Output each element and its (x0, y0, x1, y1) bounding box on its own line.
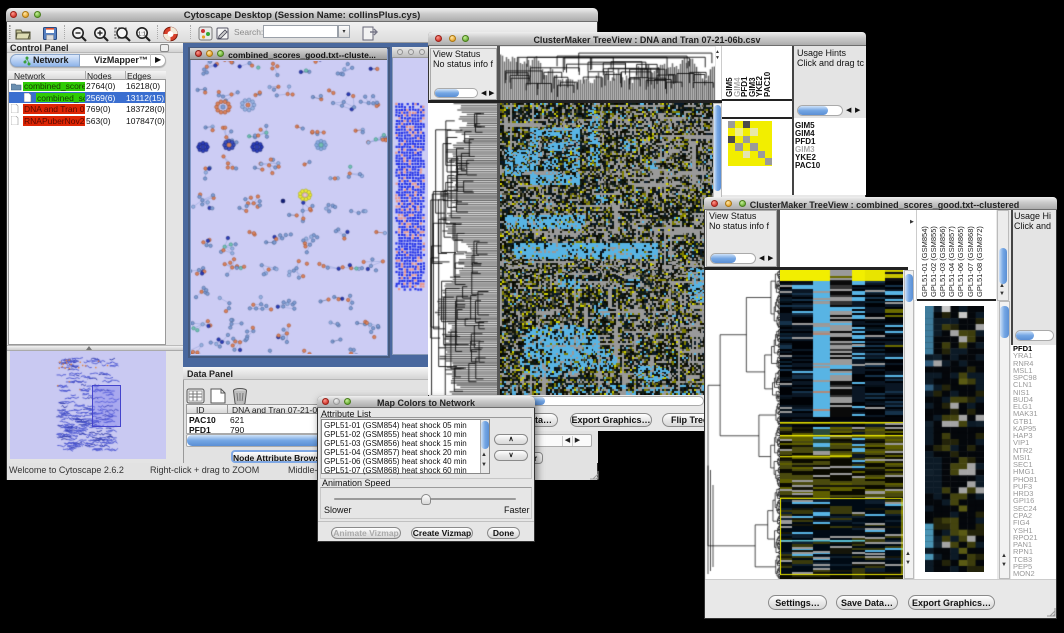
svg-text:1:1: 1:1 (138, 31, 146, 37)
